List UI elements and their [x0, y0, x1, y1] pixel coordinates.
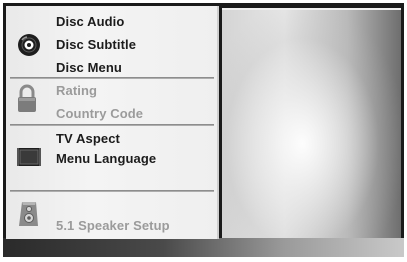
group-divider: [10, 77, 214, 79]
menu-item-tv-aspect[interactable]: TV Aspect: [56, 131, 120, 146]
tv-screen-icon: [17, 148, 41, 166]
menu-item-speaker-setup[interactable]: 5.1 Speaker Setup: [56, 218, 170, 233]
menu-item-country-code[interactable]: Country Code: [56, 106, 143, 121]
speaker-icon: [19, 202, 38, 226]
menu-item-menu-language[interactable]: Menu Language: [56, 151, 156, 166]
bottom-bar: [3, 238, 404, 257]
menu-item-disc-subtitle[interactable]: Disc Subtitle: [56, 37, 136, 52]
preview-divider: [222, 8, 401, 10]
disc-icon: [18, 34, 40, 56]
lock-icon: [18, 84, 36, 112]
preview-area: [222, 8, 401, 255]
dvd-setup-screen: Disc Audio Disc Subtitle Disc Menu Ratin…: [0, 0, 407, 262]
menu-item-rating[interactable]: Rating: [56, 83, 97, 98]
menu-item-disc-audio[interactable]: Disc Audio: [56, 14, 124, 29]
setup-menu-panel: Disc Audio Disc Subtitle Disc Menu Ratin…: [6, 6, 219, 239]
menu-item-disc-menu[interactable]: Disc Menu: [56, 60, 122, 75]
group-divider: [10, 190, 214, 192]
group-divider: [10, 124, 214, 126]
